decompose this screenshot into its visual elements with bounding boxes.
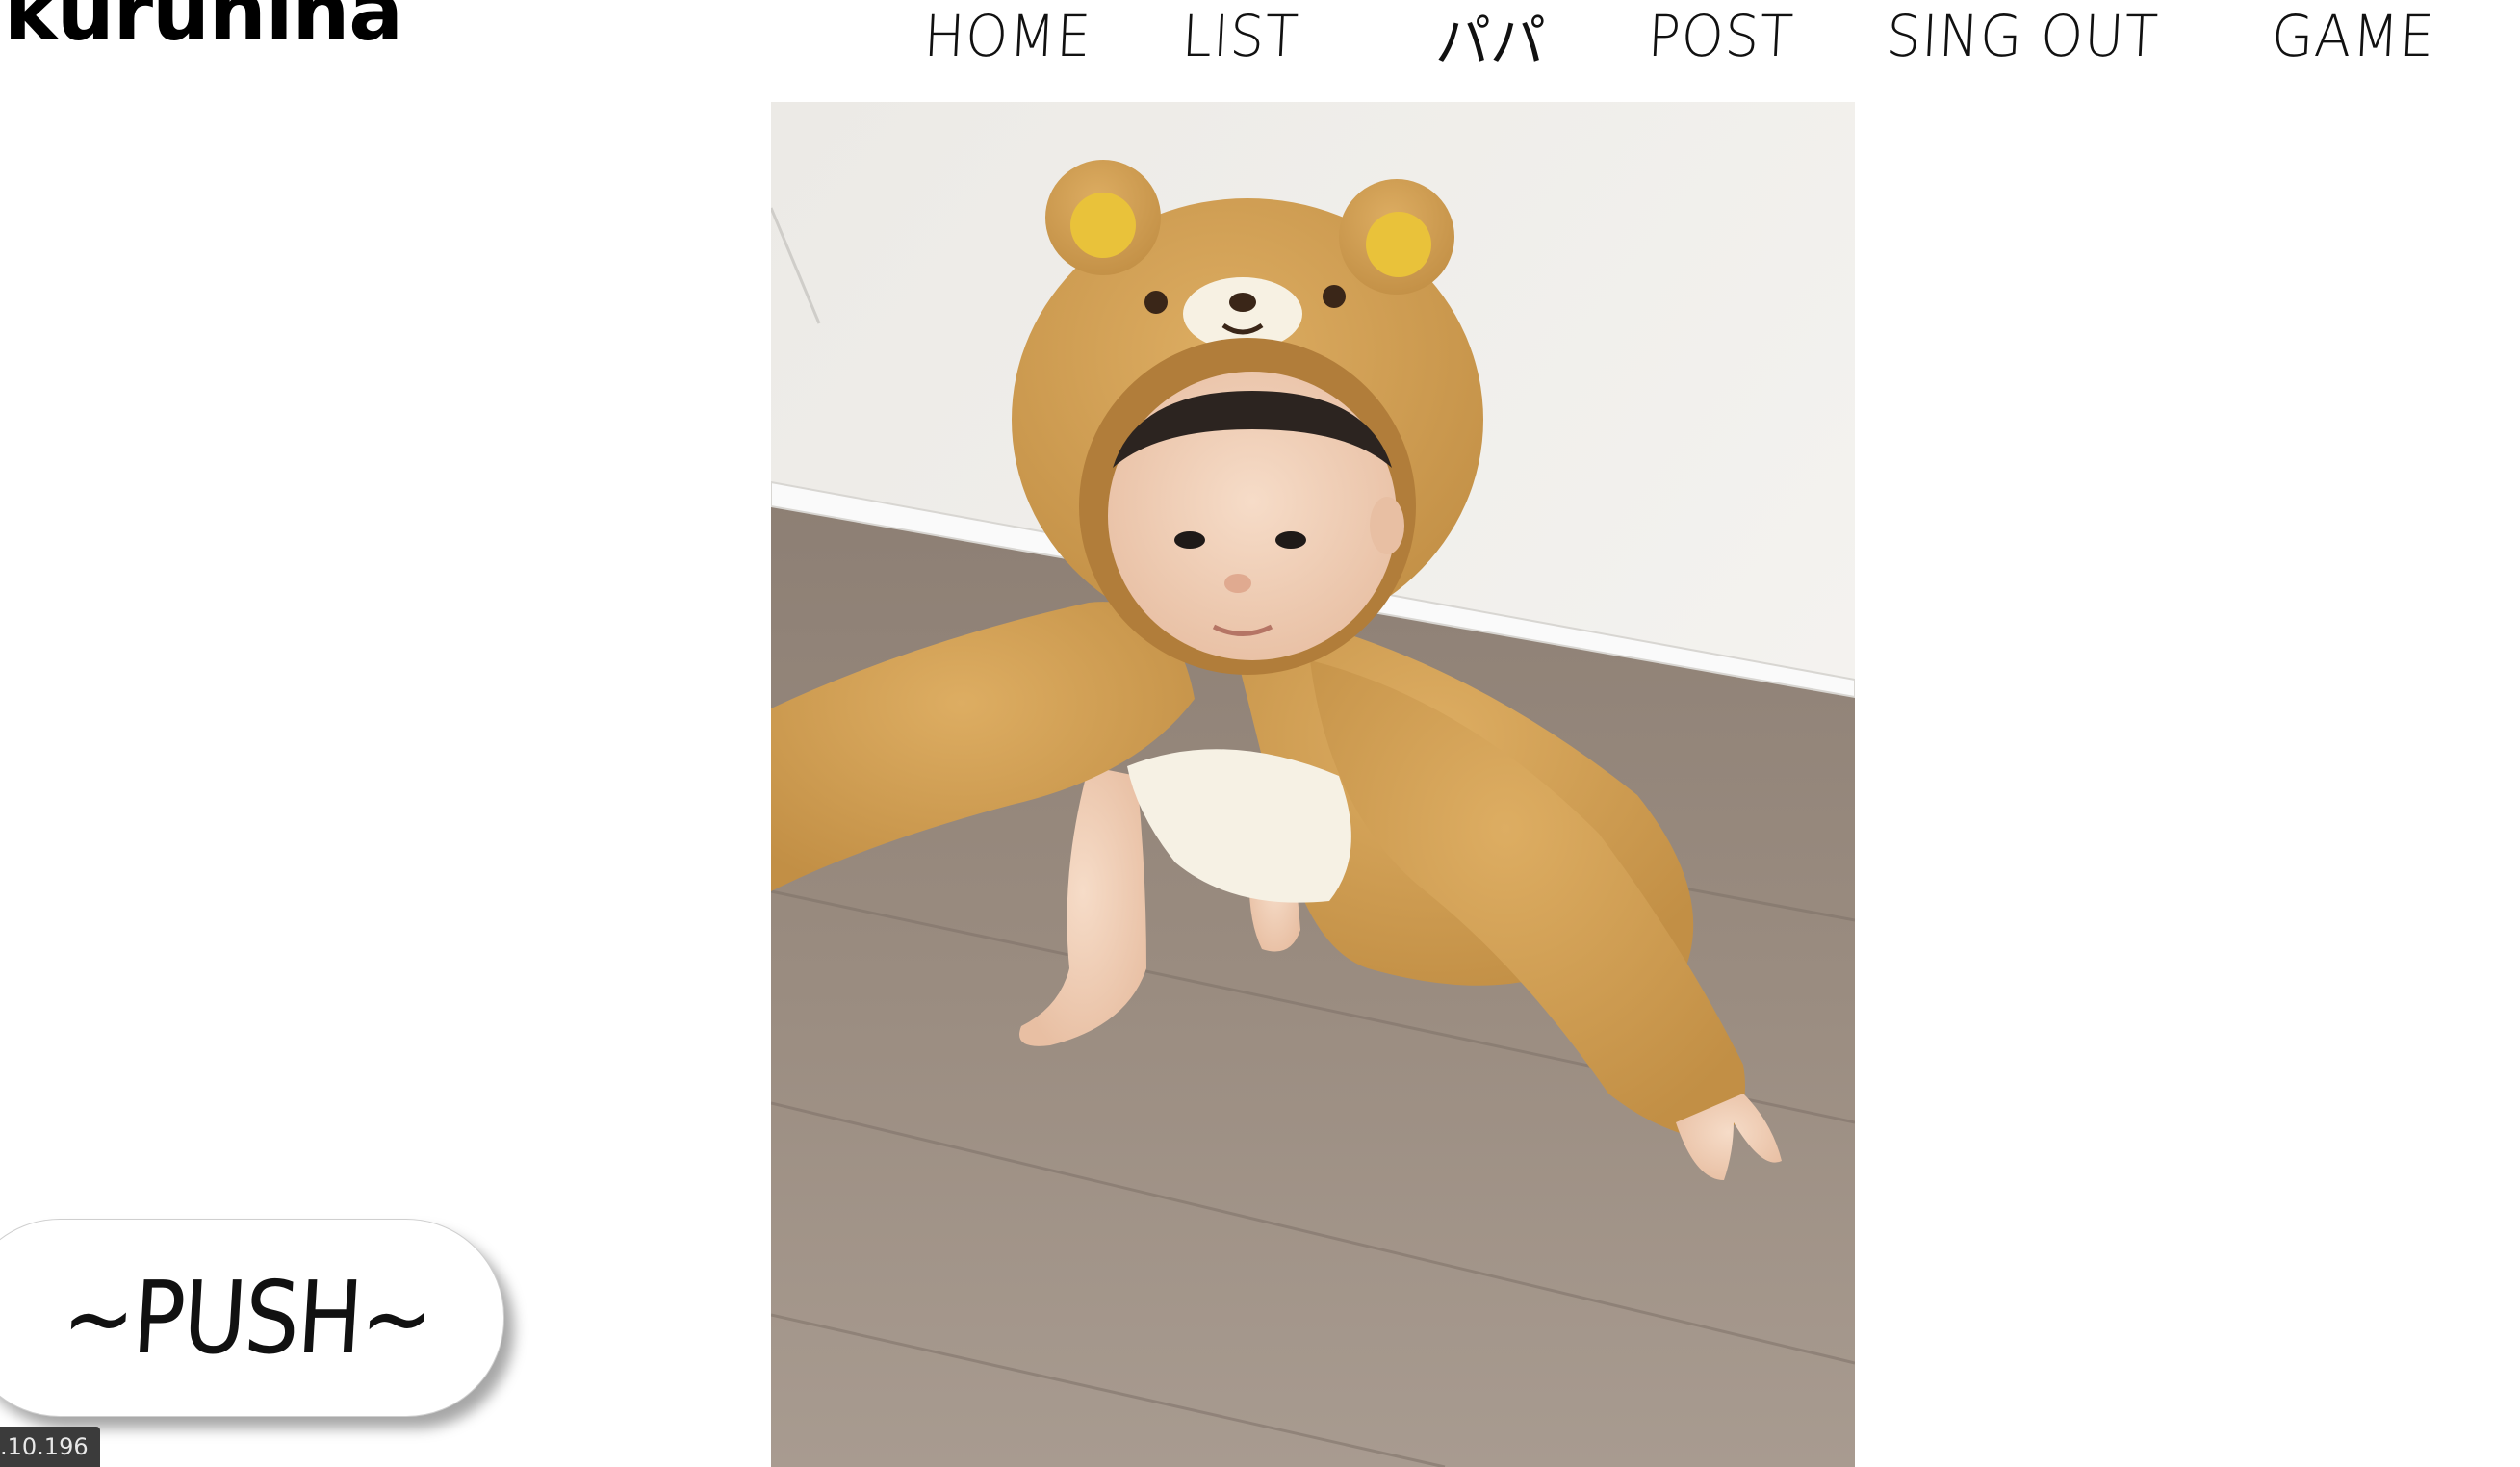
main-nav: HOME LIST パパ POST SING OUT GAME — [922, 0, 2464, 75]
nav-list[interactable]: LIST — [1180, 0, 1300, 73]
nav-home[interactable]: HOME — [922, 0, 1093, 73]
nav-sign-out[interactable]: SING OUT — [1885, 0, 2160, 73]
nav-game[interactable]: GAME — [2270, 0, 2436, 73]
site-logo[interactable]: kuruhina — [4, 0, 403, 52]
nav-papa[interactable]: パパ — [1434, 0, 1548, 75]
page: kuruhina HOME LIST パパ POST SING OUT GAME — [0, 0, 2520, 1467]
nav-post[interactable]: POST — [1646, 0, 1795, 73]
push-button[interactable]: ~PUSH~ — [0, 1219, 504, 1417]
photo-image-icon — [771, 102, 1855, 1467]
push-button-label: ~PUSH~ — [59, 1259, 436, 1377]
main-photo — [771, 102, 1855, 1467]
status-url-chip: .10.196 — [0, 1427, 100, 1467]
